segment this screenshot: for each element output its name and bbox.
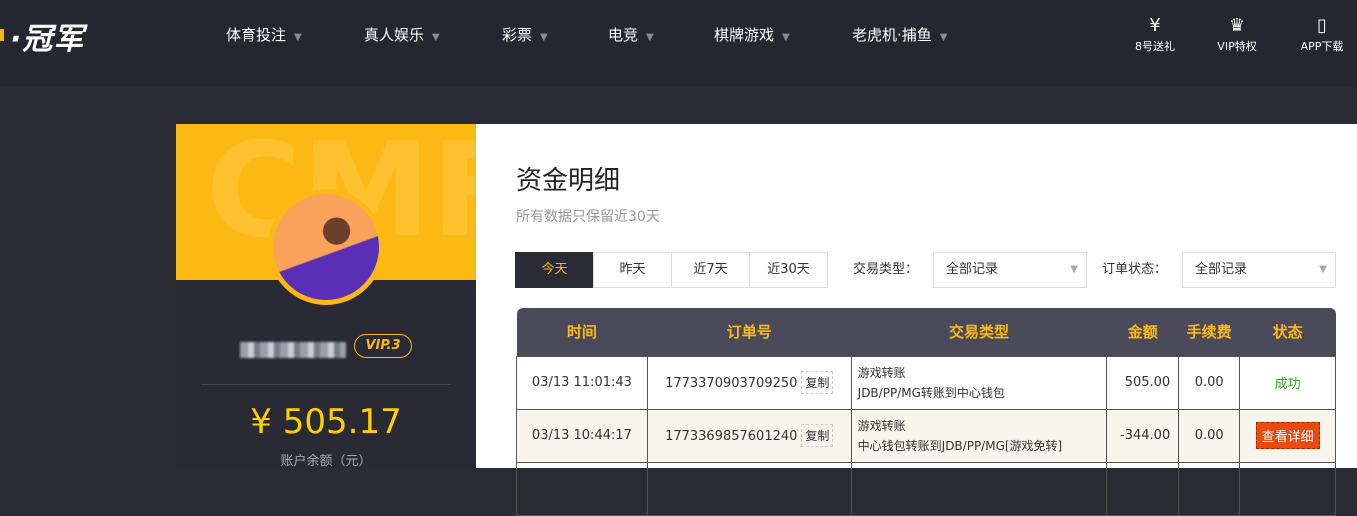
profile-card: CMF VIP.3 ¥ 505.17 账户余额（元）: [176, 124, 476, 469]
cell-order: 1773369857601240 复制: [646, 408, 852, 463]
col-status: 状态: [1239, 308, 1336, 356]
nav-label: 彩票: [502, 26, 533, 44]
phone-icon: ▯: [1317, 15, 1327, 36]
cell-fee: 0.00: [1178, 408, 1241, 463]
cell-order: 1773370903709250 复制: [646, 355, 852, 410]
quick-label: VIP特权: [1217, 40, 1257, 53]
status-select[interactable]: 全部记录 ▼: [1182, 252, 1336, 288]
type-title: 游戏转账: [857, 365, 906, 380]
nav-label: 棋牌游戏: [714, 26, 775, 44]
cell-type: 游戏转账 JDB/PP/MG转账到中心钱包: [850, 355, 1108, 410]
table-row: 03/13 10:44:17 1773369857601240 复制 游戏转账中心…: [516, 408, 1336, 463]
chevron-down-icon: ▼: [782, 32, 790, 43]
avatar[interactable]: [268, 189, 384, 305]
chevron-down-icon: ▼: [294, 32, 302, 43]
balance-amount: ¥ 505.17: [250, 402, 402, 442]
col-order: 订单号: [647, 308, 852, 356]
nav-label: 体育投注: [226, 26, 287, 44]
chevron-down-icon: ▼: [1319, 264, 1327, 275]
balance-label: 账户余额（元）: [280, 454, 372, 469]
col-time: 时间: [516, 308, 648, 356]
type-filter-label: 交易类型：: [853, 262, 919, 277]
select-value: 全部记录: [1195, 262, 1248, 277]
divider: [201, 384, 451, 385]
logo-text: ·冠军: [10, 22, 85, 57]
order-number: 1773370903709250: [665, 376, 798, 391]
top-header: ·冠军 体育投注 ▼ 真人娱乐 ▼ 彩票 ▼ 电竞 ▼ 棋牌游戏 ▼ 老虎机·捕鱼 ▼ ¥8…: [0, 0, 1357, 86]
table-row: 03/13 11:01:43 1773370903709250 复制 游戏转账 JD…: [516, 355, 1336, 410]
app-download-link[interactable]: ▯ APP下载: [1287, 14, 1357, 54]
cell-amount: -344.00: [1106, 408, 1180, 463]
chevron-down-icon: ▼: [432, 32, 440, 43]
cell-amount: 505.00: [1106, 355, 1180, 410]
status-filter-label: 订单状态：: [1102, 262, 1168, 277]
cell-type: 游戏转账中心钱包转账到JDB/PP/MG[游戏免转]: [850, 408, 1108, 463]
chevron-down-icon: ▼: [540, 32, 548, 43]
copy-button[interactable]: 复制: [801, 424, 834, 447]
nav-label: 老虎机·捕鱼: [852, 26, 932, 44]
nav-board-games[interactable]: 棋牌游戏 ▼: [714, 24, 790, 45]
transactions-table: 时间 订单号 交易类型 金额 手续费 状态 03/13 11:01:43 177…: [516, 308, 1336, 516]
tab-7days[interactable]: 近7天: [671, 252, 750, 288]
page-title: 资金明细: [516, 166, 621, 196]
logo[interactable]: ·冠军: [0, 14, 84, 58]
ticket-yen-icon: ¥: [1149, 15, 1161, 36]
order-number: 1773369857601240: [665, 429, 798, 444]
nav-esports[interactable]: 电竞 ▼: [608, 24, 654, 45]
tab-yesterday[interactable]: 昨天: [593, 252, 672, 288]
nav-label: 电竞: [608, 26, 639, 44]
nav-label: 真人娱乐: [364, 26, 425, 44]
select-value: 全部记录: [946, 262, 999, 277]
type-desc: JDB/PP/MG转账到中心钱包: [857, 385, 1005, 400]
type-title: 游戏转账: [857, 418, 906, 433]
view-details-button[interactable]: 查看详细: [1255, 422, 1320, 449]
nav-live-casino[interactable]: 真人娱乐 ▼: [364, 24, 440, 45]
cell-fee: 0.00: [1178, 355, 1241, 410]
cell-status: 查看详细: [1239, 408, 1336, 463]
chevron-down-icon: ▼: [1070, 264, 1078, 275]
gift-link[interactable]: ¥8号送礼: [1120, 14, 1190, 54]
nav-slots-fishing[interactable]: 老虎机·捕鱼 ▼: [852, 24, 947, 45]
type-select[interactable]: 全部记录 ▼: [933, 252, 1087, 288]
chevron-down-icon: ▼: [939, 32, 948, 43]
tab-today[interactable]: 今天: [515, 252, 594, 288]
date-tabs: 今天 昨天 近7天 近30天: [515, 252, 828, 288]
nav-lottery[interactable]: 彩票 ▼: [502, 24, 548, 45]
cell-status: 成功: [1239, 355, 1336, 410]
nav-sports[interactable]: 体育投注 ▼: [226, 24, 302, 45]
copy-button[interactable]: 复制: [801, 371, 834, 394]
col-amount: 金额: [1106, 308, 1179, 356]
table-row: [516, 461, 1336, 516]
page-subtitle: 所有数据只保留近30天: [516, 209, 660, 225]
crown-icon: ♛: [1228, 15, 1246, 36]
col-fee: 手续费: [1178, 308, 1240, 356]
chevron-down-icon: ▼: [646, 32, 654, 43]
col-type: 交易类型: [851, 308, 1107, 356]
username-blurred: [240, 342, 346, 358]
cell-time: 03/13 10:44:17: [516, 408, 648, 463]
tab-30days[interactable]: 近30天: [749, 252, 828, 288]
vip-link[interactable]: ♛ VIP特权: [1202, 14, 1272, 54]
status-success: 成功: [1274, 377, 1301, 392]
funds-panel: 资金明细 所有数据只保留近30天 今天 昨天 近7天 近30天 交易类型： 全部…: [476, 124, 1357, 516]
cell-time: 03/13 11:01:43: [516, 355, 648, 410]
quick-label: APP下载: [1300, 40, 1344, 53]
quick-label: 8号送礼: [1135, 40, 1175, 53]
vip-badge[interactable]: VIP.3: [354, 334, 412, 358]
type-desc: 中心钱包转账到JDB/PP/MG[游戏免转]: [857, 438, 1063, 453]
